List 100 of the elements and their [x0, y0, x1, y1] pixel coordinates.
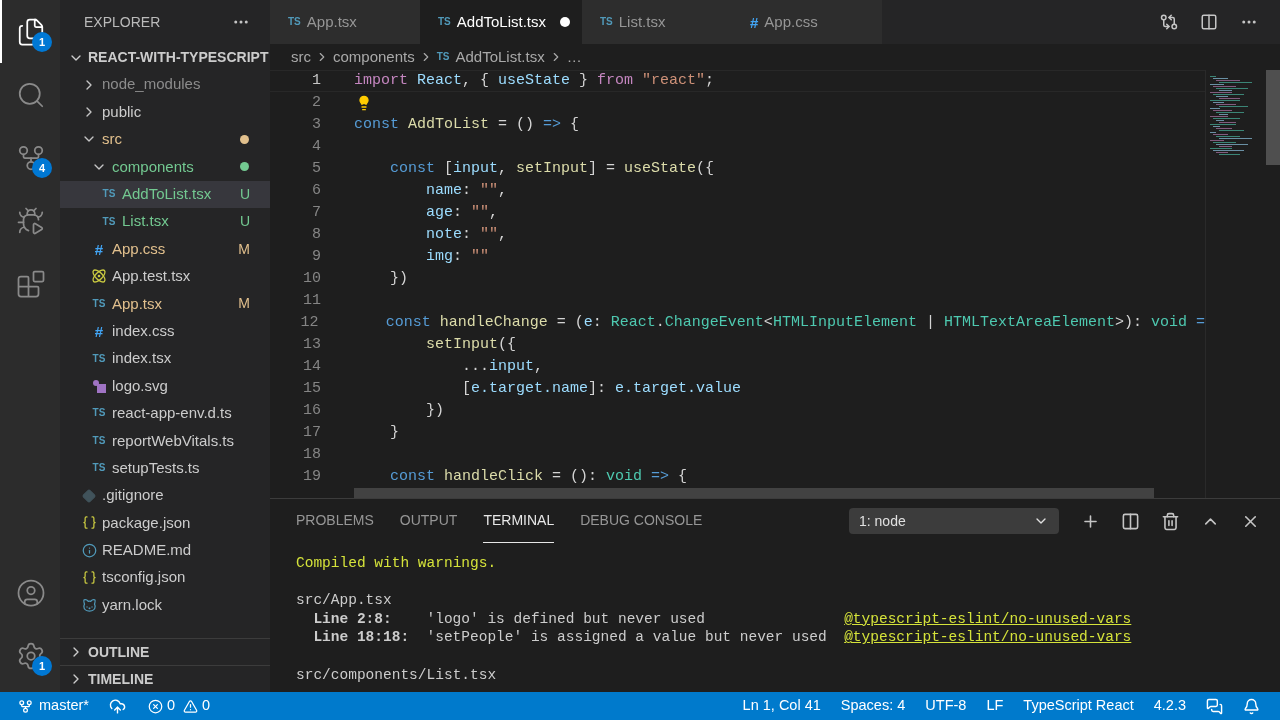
- line-number: 19: [302, 466, 321, 487]
- section-header[interactable]: OUTLINE: [60, 638, 270, 665]
- code-line: [e.target.name]: e.target.value: [461, 378, 742, 399]
- run-debug-icon: [16, 205, 46, 236]
- code-line: note: "",: [425, 224, 508, 245]
- code-line: }: [389, 422, 399, 443]
- warning-message: 'setPeople' is assigned a value but never used: [426, 628, 828, 647]
- file-item[interactable]: TS index.tsx: [60, 344, 270, 373]
- editor-tab[interactable]: TS App.tsx: [270, 0, 420, 44]
- warning-location: Line 18:18:: [313, 628, 411, 647]
- split-terminal-icon[interactable]: [1121, 511, 1140, 531]
- git-status: M: [238, 294, 250, 314]
- atom-icon: [91, 268, 107, 285]
- line-number: 7: [311, 202, 321, 223]
- terminal-line: src/App.tsx: [296, 591, 393, 610]
- error-icon: [147, 698, 163, 714]
- status-item[interactable]: Ln 1, Col 41: [742, 695, 821, 717]
- file-item[interactable]: package.json: [60, 509, 270, 537]
- warning-icon: [183, 698, 199, 714]
- breadcrumb-item[interactable]: src: [291, 45, 311, 69]
- code-line: }): [425, 400, 444, 421]
- file-type-icon: TS: [436, 52, 450, 62]
- rule-link[interactable]: @typescript-eslint/no-unused-vars: [844, 628, 1280, 647]
- line-number: 16: [302, 400, 321, 421]
- status-item[interactable]: LF: [986, 695, 1004, 717]
- folder-item[interactable]: public: [60, 98, 270, 126]
- code-line: const [input, setInput] = useState({: [389, 158, 715, 179]
- file-item[interactable]: TS reportWebVitals.ts: [60, 427, 270, 455]
- status-item[interactable]: 4.2.3: [1153, 695, 1186, 717]
- breadcrumb-item[interactable]: components: [333, 45, 415, 69]
- image-file-icon: [92, 379, 106, 393]
- file-item[interactable]: # index.css: [60, 317, 270, 345]
- panel-tab[interactable]: TERMINAL: [483, 499, 555, 543]
- branch-button[interactable]: master*: [18, 695, 89, 717]
- line-number: 1: [311, 70, 321, 91]
- split-editor-icon[interactable]: [1200, 13, 1218, 31]
- status-item[interactable]: Spaces: 4: [840, 695, 906, 717]
- error-count: 0: [166, 696, 176, 716]
- file-item[interactable]: tsconfig.json: [60, 564, 270, 592]
- line-number: 4: [311, 136, 321, 157]
- file-type-icon: TS: [92, 435, 106, 446]
- line-number: 18: [302, 444, 321, 465]
- file-item[interactable]: TS List.tsx U: [60, 207, 270, 236]
- file-item[interactable]: TS AddToList.tsx U: [60, 180, 270, 208]
- line-number: 2: [311, 92, 321, 113]
- code-line: name: "",: [425, 180, 508, 201]
- editor-tab[interactable]: TS List.tsx: [582, 0, 732, 44]
- scrollbar-thumb[interactable]: [1266, 70, 1280, 165]
- file-item[interactable]: TS App.tsx M: [60, 290, 270, 318]
- status-item[interactable]: TypeScript React: [1023, 695, 1134, 717]
- line-number: 6: [311, 180, 321, 201]
- file-type-icon: TS: [102, 216, 116, 227]
- code-line: const handleClick = (): void => {: [389, 466, 688, 487]
- file-item[interactable]: README.md: [60, 536, 270, 565]
- activity-button[interactable]: 4: [0, 126, 60, 189]
- status-item[interactable]: UTF-8: [925, 695, 967, 717]
- line-number: 17: [302, 422, 321, 443]
- breadcrumb-item[interactable]: …: [566, 45, 582, 69]
- file-item[interactable]: logo.svg: [60, 372, 270, 400]
- file-item[interactable]: .gitignore: [60, 481, 270, 510]
- account-icon: [16, 577, 46, 608]
- file-item[interactable]: App.test.tsx: [60, 262, 270, 291]
- file-item[interactable]: yarn.lock: [60, 591, 270, 619]
- editor-tab[interactable]: # App.css: [732, 0, 882, 44]
- git-status: U: [239, 184, 250, 204]
- folder-item[interactable]: node_modules: [60, 71, 270, 99]
- count-badge: 1: [32, 656, 52, 676]
- bell-icon[interactable]: [1243, 697, 1260, 715]
- file-type-icon: TS: [92, 353, 106, 364]
- breadcrumb-item[interactable]: TS AddToList.tsx: [436, 45, 545, 69]
- branch-icon: [18, 698, 33, 714]
- panel-tab[interactable]: PROBLEMS: [296, 499, 374, 543]
- terminal-select[interactable]: 1: node: [849, 508, 1059, 534]
- file-item[interactable]: TS setupTests.ts: [60, 454, 270, 482]
- files-icon: [16, 16, 46, 47]
- extensions-icon: [16, 268, 46, 299]
- compare-icon[interactable]: [1160, 13, 1178, 31]
- editor-tab[interactable]: TS AddToList.tsx: [420, 0, 582, 44]
- line-number: 15: [302, 378, 321, 399]
- file-type-icon: TS: [288, 17, 301, 27]
- file-type-icon: #: [750, 14, 759, 30]
- panel-tab[interactable]: OUTPUT: [399, 499, 458, 543]
- line-number: 8: [311, 224, 321, 245]
- code-line: }): [389, 268, 408, 289]
- line-number: 14: [302, 356, 321, 377]
- folder-header[interactable]: REACT-WITH-TYPESCRIPT: [60, 44, 270, 71]
- file-item[interactable]: TS react-app-env.d.ts: [60, 399, 270, 428]
- trash-icon[interactable]: [1161, 511, 1180, 531]
- horizontal-scrollbar[interactable]: [354, 488, 1154, 498]
- feedback-icon[interactable]: [1206, 697, 1223, 715]
- problems-button[interactable]: 0 0: [147, 695, 211, 717]
- panel-tab[interactable]: DEBUG CONSOLE: [580, 499, 703, 543]
- rule-link[interactable]: @typescript-eslint/no-unused-vars: [844, 609, 1280, 629]
- activity-button[interactable]: 1: [0, 624, 60, 687]
- cloud-upload-icon[interactable]: [108, 697, 126, 715]
- lightbulb-icon[interactable]: [356, 95, 372, 111]
- line-number: 11: [302, 290, 321, 311]
- file-item[interactable]: # App.css M: [60, 235, 270, 263]
- folder-item[interactable]: components: [60, 153, 270, 181]
- folder-item[interactable]: src: [60, 125, 270, 154]
